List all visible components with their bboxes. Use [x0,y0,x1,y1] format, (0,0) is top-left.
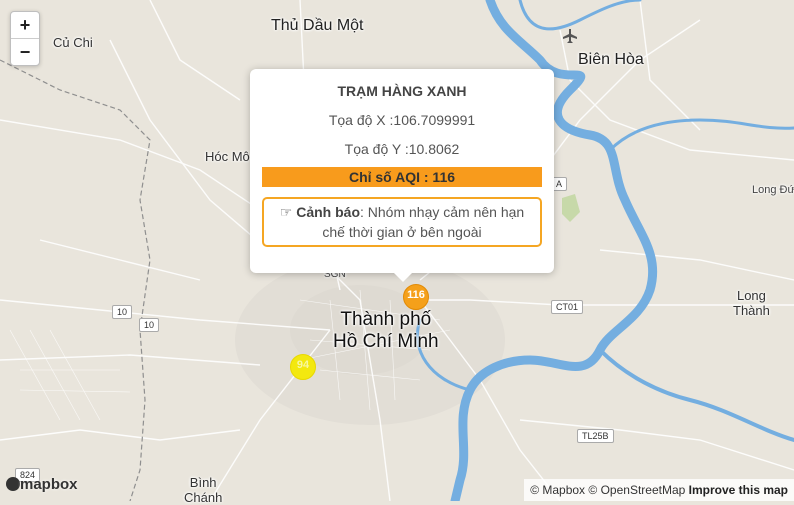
road-shield-tl25b: TL25B [577,429,614,443]
warning-label: Cảnh báo [296,204,360,220]
station-popup: TRẠM HÀNG XANH Tọa độ X :106.7099991 Tọa… [250,69,554,282]
place-label-hoc-mon: Hóc Mô [205,149,250,164]
place-label-long-thanh-line1: Long [736,288,766,303]
attribution-osm-link[interactable]: © OpenStreetMap [588,483,685,497]
aqi-marker-station-2[interactable]: 94 [290,354,316,380]
place-label-cu-chi: Củ Chi [53,35,93,50]
place-label-hcmc: Thành phố Hồ Chí Minh [333,309,439,353]
place-label-binh-chanh-line1: Bình [189,475,217,490]
zoom-out-button[interactable]: − [11,38,39,65]
attribution-bar: © Mapbox © OpenStreetMap Improve this ma… [524,479,794,501]
road-shield-10b: 10 [139,318,160,332]
road-shield-10a: 10 [112,305,133,319]
hand-pointing-icon: ☞ [279,204,293,220]
road-shield-ct01: CT01 [551,300,584,314]
place-label-hcmc-line2: Hồ Chí Minh [333,331,439,352]
place-label-long-thanh: Long Thành [733,288,770,318]
coord-y: Tọa độ Y :10.8062 [344,141,460,157]
place-label-long-thanh-line2: Thành [733,303,770,318]
place-label-thu-dau-mot: Thủ Dầu Một [271,17,364,34]
place-label-bien-hoa: Biên Hòa [578,51,644,68]
attribution-mapbox-link[interactable]: © Mapbox [530,483,585,497]
popup-tip [394,273,412,282]
place-label-long-duc: Long Đứ [752,184,794,196]
zoom-in-button[interactable]: + [11,12,39,38]
zoom-control: + − [10,11,40,66]
mapbox-logo[interactable]: mapbox [6,476,78,493]
mapbox-logo-icon [6,477,20,491]
aqi-value-bar: Chỉ số AQI : 116 [262,167,542,187]
coord-x: Tọa độ X :106.7099991 [328,112,476,128]
improve-map-link[interactable]: Improve this map [689,483,788,497]
place-label-binh-chanh-line2: Chánh [184,490,223,505]
place-label-hcmc-line1: Thành phố [340,309,432,330]
warning-box: ☞ Cảnh báo: Nhóm nhạy cảm nên hạn chế th… [262,197,542,247]
station-title: TRẠM HÀNG XANH [337,83,467,99]
mapbox-logo-text: mapbox [20,476,78,493]
aqi-marker-hang-xanh[interactable]: 116 [403,284,429,310]
